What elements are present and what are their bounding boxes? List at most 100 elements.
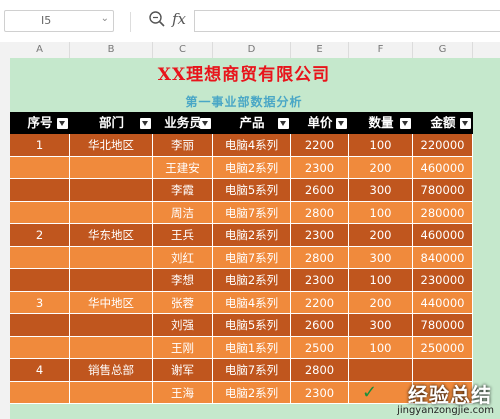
cell-department[interactable]: 销售总部: [70, 359, 153, 382]
cell-amount[interactable]: 220000: [413, 134, 473, 157]
filter-dropdown-icon[interactable]: [57, 118, 68, 129]
cell-index[interactable]: [10, 314, 70, 337]
column-header-b[interactable]: B: [70, 42, 153, 58]
header-product[interactable]: 产品: [213, 112, 291, 134]
cell-unit-price[interactable]: 2300: [291, 156, 349, 179]
cell-product[interactable]: 电脑7系列: [213, 246, 291, 269]
header-amount[interactable]: 金额: [413, 112, 473, 134]
cell-index[interactable]: [10, 179, 70, 202]
cell-product[interactable]: 电脑4系列: [213, 291, 291, 314]
column-header-g[interactable]: G: [413, 42, 473, 58]
cell-salesperson[interactable]: 刘强: [153, 314, 213, 337]
cell-quantity[interactable]: 200: [349, 156, 413, 179]
column-header-d[interactable]: D: [213, 42, 291, 58]
filter-dropdown-icon[interactable]: [278, 118, 289, 129]
cell-amount[interactable]: 280000: [413, 201, 473, 224]
cell-department[interactable]: [70, 381, 153, 404]
cell-index[interactable]: [10, 336, 70, 359]
cell-unit-price[interactable]: 2800: [291, 246, 349, 269]
cell-department[interactable]: [70, 156, 153, 179]
cell-amount[interactable]: 460000: [413, 156, 473, 179]
column-header-e[interactable]: E: [291, 42, 349, 58]
cell-index[interactable]: [10, 156, 70, 179]
chevron-down-icon[interactable]: ⌄: [101, 13, 109, 24]
cell-index[interactable]: 3: [10, 291, 70, 314]
sheet-subtitle[interactable]: 第一事业部数据分析: [70, 93, 418, 110]
cell-salesperson[interactable]: 王建安: [153, 156, 213, 179]
cell-department[interactable]: [70, 269, 153, 292]
cell-product[interactable]: 电脑2系列: [213, 269, 291, 292]
cell-index[interactable]: 2: [10, 224, 70, 247]
cell-amount[interactable]: 780000: [413, 179, 473, 202]
filter-dropdown-icon[interactable]: [460, 118, 471, 129]
cell-unit-price[interactable]: 2300: [291, 269, 349, 292]
cell-product[interactable]: 电脑2系列: [213, 156, 291, 179]
cell-department[interactable]: 华中地区: [70, 291, 153, 314]
cell-product[interactable]: 电脑2系列: [213, 224, 291, 247]
cell-unit-price[interactable]: 2300: [291, 381, 349, 404]
cell-index[interactable]: [10, 381, 70, 404]
filter-dropdown-icon[interactable]: [336, 118, 347, 129]
cell-department[interactable]: [70, 179, 153, 202]
cell-index[interactable]: [10, 246, 70, 269]
cell-product[interactable]: 电脑5系列: [213, 179, 291, 202]
cell-product[interactable]: 电脑7系列: [213, 201, 291, 224]
cell-unit-price[interactable]: 2300: [291, 224, 349, 247]
cell-salesperson[interactable]: 李丽: [153, 134, 213, 157]
cell-department[interactable]: [70, 246, 153, 269]
cell-amount[interactable]: 250000: [413, 336, 473, 359]
cell-unit-price[interactable]: 2200: [291, 134, 349, 157]
cell-salesperson[interactable]: 王海: [153, 381, 213, 404]
cell-unit-price[interactable]: 2600: [291, 179, 349, 202]
header-salesperson[interactable]: 业务员: [153, 112, 213, 134]
cell-salesperson[interactable]: 刘红: [153, 246, 213, 269]
cell-department[interactable]: [70, 201, 153, 224]
cell-unit-price[interactable]: 2500: [291, 336, 349, 359]
cell-quantity[interactable]: 100: [349, 134, 413, 157]
column-header-f[interactable]: F: [349, 42, 413, 58]
cell-quantity[interactable]: 100: [349, 269, 413, 292]
cell-quantity[interactable]: 100: [349, 201, 413, 224]
cell-quantity[interactable]: 300: [349, 179, 413, 202]
search-icon[interactable]: [148, 10, 166, 28]
cell-amount[interactable]: 230000: [413, 269, 473, 292]
cell-salesperson[interactable]: 张蓉: [153, 291, 213, 314]
cell-department[interactable]: [70, 336, 153, 359]
cell-quantity[interactable]: 200: [349, 291, 413, 314]
formula-input[interactable]: [194, 10, 500, 32]
header-unit-price[interactable]: 单价: [291, 112, 349, 134]
column-header-c[interactable]: C: [153, 42, 213, 58]
cell-amount[interactable]: 460000: [413, 224, 473, 247]
cell-salesperson[interactable]: 李霞: [153, 179, 213, 202]
cell-salesperson[interactable]: 周洁: [153, 201, 213, 224]
filter-dropdown-icon[interactable]: [140, 118, 151, 129]
filter-dropdown-icon[interactable]: [200, 118, 211, 129]
cell-salesperson[interactable]: 王兵: [153, 224, 213, 247]
cell-product[interactable]: 电脑4系列: [213, 134, 291, 157]
cell-amount[interactable]: 440000: [413, 291, 473, 314]
cell-quantity[interactable]: 200: [349, 224, 413, 247]
sheet-title[interactable]: XX理想商贸有限公司: [70, 60, 418, 85]
cell-quantity[interactable]: 300: [349, 314, 413, 337]
cell-index[interactable]: [10, 201, 70, 224]
cell-salesperson[interactable]: 王刚: [153, 336, 213, 359]
cell-salesperson[interactable]: 谢军: [153, 359, 213, 382]
cell-index[interactable]: 4: [10, 359, 70, 382]
function-icon[interactable]: fx: [172, 10, 186, 28]
cell-amount[interactable]: 840000: [413, 246, 473, 269]
cell-department[interactable]: 华东地区: [70, 224, 153, 247]
cell-amount[interactable]: 780000: [413, 314, 473, 337]
header-department[interactable]: 部门: [70, 112, 153, 134]
cell-index[interactable]: [10, 269, 70, 292]
name-box[interactable]: I5 ⌄: [4, 10, 114, 32]
cell-unit-price[interactable]: 2800: [291, 201, 349, 224]
cell-department[interactable]: 华北地区: [70, 134, 153, 157]
cell-product[interactable]: 电脑5系列: [213, 314, 291, 337]
filter-dropdown-icon[interactable]: [400, 118, 411, 129]
header-index[interactable]: 序号: [10, 112, 70, 134]
header-quantity[interactable]: 数量: [349, 112, 413, 134]
cell-unit-price[interactable]: 2800: [291, 359, 349, 382]
cell-index[interactable]: 1: [10, 134, 70, 157]
cell-quantity[interactable]: 300: [349, 246, 413, 269]
cell-quantity[interactable]: 100: [349, 336, 413, 359]
